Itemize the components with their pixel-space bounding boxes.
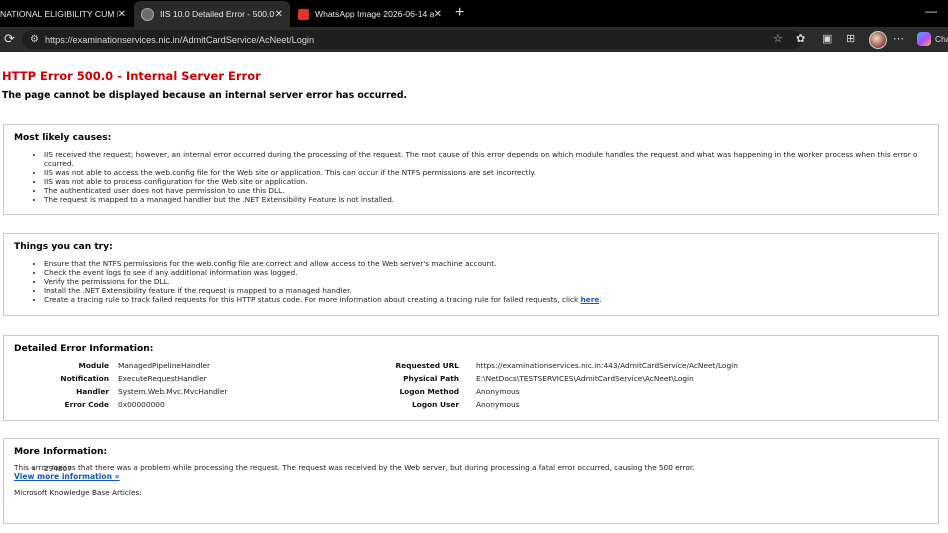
try-list: Ensure that the NTFS permissions for the…	[32, 259, 924, 304]
details-section: Detailed Error Information: Module Manag…	[3, 335, 939, 421]
list-item: IIS was not able to process configuratio…	[44, 177, 924, 186]
tab-neet[interactable]: NATIONAL ELIGIBILITY CUM ENTRA ✕	[0, 1, 133, 27]
split-screen-icon[interactable]: ▣	[822, 33, 832, 45]
try-section: Things you can try: Ensure that the NTFS…	[3, 233, 939, 316]
tab-title: NATIONAL ELIGIBILITY CUM ENTRA	[0, 9, 118, 19]
tab-title: IIS 10.0 Detailed Error - 500.0 - Inte	[160, 9, 275, 19]
detail-label: Error Code	[64, 400, 109, 409]
list-item-text: Create a tracing rule to track failed re…	[44, 295, 581, 304]
extensions-icon[interactable]: ✿	[796, 33, 805, 45]
list-item: Create a tracing rule to track failed re…	[44, 295, 924, 304]
view-more-link[interactable]: View more information »	[14, 472, 120, 481]
address-bar[interactable]: ⚙ https://examinationservices.nic.in/Adm…	[22, 30, 802, 49]
detail-value: System.Web.Mvc.MvcHandler	[118, 387, 228, 396]
tab-close-icon[interactable]: ✕	[118, 9, 126, 20]
detail-value: https://examinationservices.nic.in:443/A…	[476, 361, 738, 370]
detail-value: E:\NetDocs\TESTSERVICES\AdmitCardService…	[476, 374, 694, 383]
globe-icon	[141, 7, 154, 21]
tab-title: WhatsApp Image 2026-06-14 at 4.	[315, 9, 434, 19]
copilot-label[interactable]: Cha	[935, 34, 948, 44]
detail-value: ManagedPipelineHandler	[118, 361, 211, 370]
causes-section: Most likely causes: IIS received the req…	[3, 124, 939, 215]
list-item: Ensure that the NTFS permissions for the…	[44, 259, 924, 268]
list-item: The request is mapped to a managed handl…	[44, 195, 924, 204]
kb-articles-label: Microsoft Knowledge Base Articles:	[14, 488, 142, 497]
detail-label: Physical Path	[403, 374, 459, 383]
reload-icon[interactable]: ⟳	[4, 32, 15, 46]
kb-articles-list: 294807	[32, 464, 924, 473]
page-subtitle: The page cannot be displayed because an …	[2, 90, 408, 101]
tab-strip: NATIONAL ELIGIBILITY CUM ENTRA ✕ IIS 10.…	[0, 0, 948, 27]
copilot-icon[interactable]	[917, 32, 931, 46]
kb-article-item: 294807	[44, 464, 924, 473]
detail-label: Module	[78, 361, 109, 370]
causes-list: IIS received the request; however, an in…	[32, 150, 924, 204]
detail-label: Requested URL	[395, 361, 459, 370]
list-item: The authenticated user does not have per…	[44, 186, 924, 195]
section-heading: Most likely causes:	[14, 133, 112, 143]
tab-whatsapp-image[interactable]: WhatsApp Image 2026-06-14 at 4. ✕	[291, 1, 449, 27]
list-item: IIS received the request; however, an in…	[44, 150, 924, 168]
tab-close-icon[interactable]: ✕	[275, 9, 283, 20]
browser-toolbar: ⟳ ⚙ https://examinationservices.nic.in/A…	[0, 27, 948, 52]
page-title: HTTP Error 500.0 - Internal Server Error	[2, 69, 261, 83]
tab-close-icon[interactable]: ✕	[434, 9, 442, 20]
more-info-section: More Information: This error means that …	[3, 438, 939, 524]
collections-icon[interactable]: ⊞	[846, 33, 855, 45]
detail-label: Notification	[60, 374, 109, 383]
profile-avatar[interactable]	[869, 31, 887, 49]
detail-label: Handler	[76, 387, 109, 396]
detail-value: Anonymous	[476, 400, 520, 409]
new-tab-plus-icon[interactable]: +	[455, 4, 464, 22]
detail-value: 0x00000000	[118, 400, 165, 409]
tracing-rule-link[interactable]: here	[581, 295, 600, 304]
list-item-suffix: .	[599, 295, 602, 304]
section-heading: Things you can try:	[14, 242, 113, 252]
more-menu-icon[interactable]: ⋯	[893, 33, 904, 45]
list-item: Install the .NET Extensibility feature i…	[44, 286, 924, 295]
detail-label: Logon User	[411, 400, 459, 409]
section-heading: More Information:	[14, 447, 108, 457]
address-url[interactable]: https://examinationservices.nic.in/Admit…	[45, 35, 314, 45]
list-item: Check the event logs to see if any addit…	[44, 268, 924, 277]
detail-value: Anonymous	[476, 387, 520, 396]
tab-iis-error[interactable]: IIS 10.0 Detailed Error - 500.0 - Inte ✕	[134, 1, 290, 27]
favorite-star-icon[interactable]: ☆	[773, 33, 783, 45]
list-item: IIS was not able to access the web.confi…	[44, 168, 924, 177]
page-content: HTTP Error 500.0 - Internal Server Error…	[0, 53, 948, 533]
pdf-file-icon	[298, 8, 309, 20]
list-item: Verify the permissions for the DLL.	[44, 277, 924, 286]
detail-label: Logon Method	[399, 387, 459, 396]
detail-value: ExecuteRequestHandler	[118, 374, 207, 383]
site-info-icon[interactable]: ⚙	[30, 34, 39, 45]
section-heading: Detailed Error Information:	[14, 344, 154, 354]
window-minimize-icon[interactable]: —	[925, 4, 937, 18]
